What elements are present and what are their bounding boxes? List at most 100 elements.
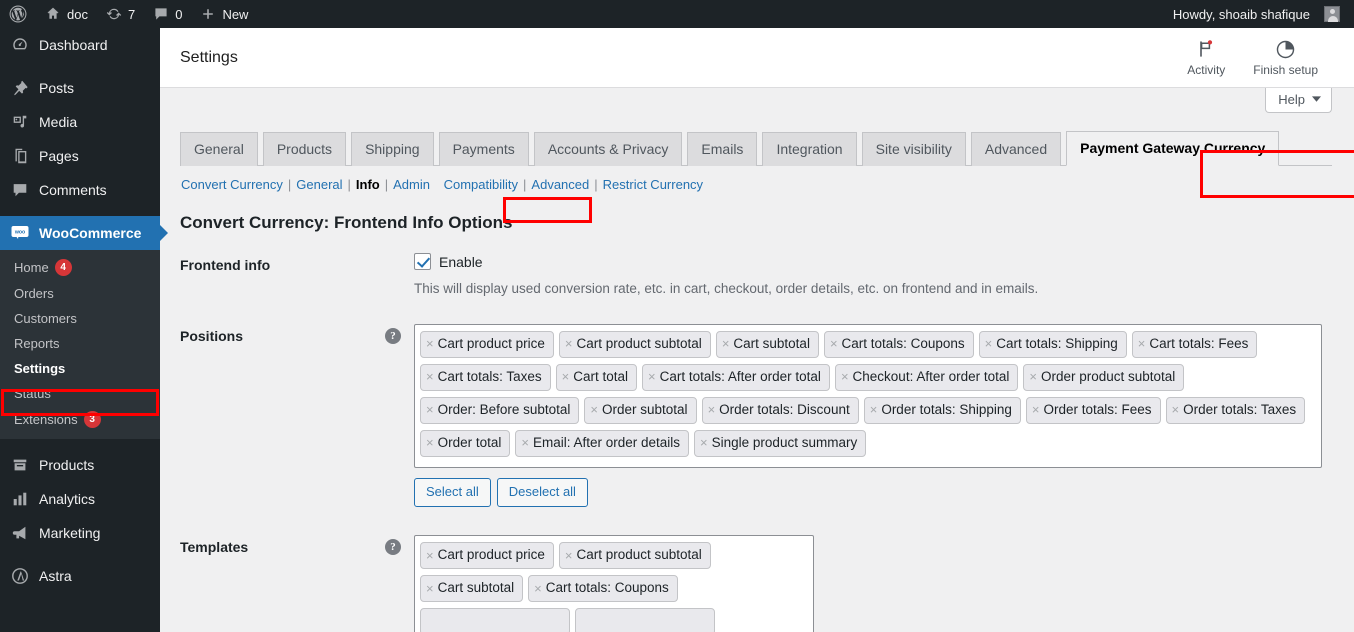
frontend-info-checkbox[interactable]: [414, 253, 431, 270]
remove-icon[interactable]: ×: [534, 581, 542, 597]
positions-tag[interactable]: × Email: After order details: [515, 429, 690, 457]
remove-icon[interactable]: ×: [426, 581, 434, 597]
subnav-restrict-currency[interactable]: Restrict Currency: [602, 175, 704, 194]
positions-tag[interactable]: × Cart product price: [420, 331, 554, 358]
remove-icon[interactable]: ×: [985, 336, 993, 352]
tab-emails[interactable]: Emails: [687, 131, 758, 166]
positions-tag[interactable]: × Single product summary: [694, 429, 867, 457]
frontend-info-checkbox-row[interactable]: Enable: [414, 253, 1322, 270]
sidebar-item-comments[interactable]: Comments: [0, 173, 160, 207]
subnav-advanced[interactable]: Advanced: [530, 175, 590, 194]
sidebar-item-pages[interactable]: Pages: [0, 139, 160, 173]
templates-tag[interactable]: × Cart subtotal: [420, 575, 524, 603]
remove-icon[interactable]: ×: [830, 336, 838, 352]
tab-site-visibility[interactable]: Site visibility: [861, 131, 966, 166]
sidebar-item-posts[interactable]: Posts: [0, 71, 160, 105]
remove-icon[interactable]: ×: [426, 336, 434, 352]
tab-advanced[interactable]: Advanced: [970, 131, 1062, 166]
positions-tag[interactable]: × Cart totals: Shipping: [978, 331, 1127, 358]
wordpress-logo-menu[interactable]: [0, 0, 36, 28]
remove-icon[interactable]: ×: [841, 369, 849, 385]
templates-tag[interactable]: × Cart totals: Coupons: [528, 575, 678, 603]
tab-accounts-privacy[interactable]: Accounts & Privacy: [533, 131, 683, 166]
remove-icon[interactable]: ×: [426, 435, 434, 451]
site-name-menu[interactable]: doc: [36, 0, 97, 28]
subnav-info[interactable]: Info: [355, 175, 381, 194]
sidebar-item-analytics[interactable]: Analytics: [0, 482, 160, 516]
positions-tag[interactable]: × Cart total: [555, 363, 638, 391]
sidebar-item-customers[interactable]: Customers: [0, 306, 160, 331]
remove-icon[interactable]: ×: [426, 369, 434, 385]
remove-icon[interactable]: ×: [700, 435, 708, 451]
tab-payments[interactable]: Payments: [438, 131, 529, 166]
positions-tag[interactable]: × Cart totals: Fees: [1131, 331, 1258, 358]
positions-tag[interactable]: × Order totals: Discount: [701, 396, 859, 424]
templates-tag[interactable]: × Cart product subtotal: [558, 542, 711, 570]
positions-tag[interactable]: × Cart subtotal: [715, 331, 819, 358]
sidebar-item-orders[interactable]: Orders: [0, 281, 160, 306]
remove-icon[interactable]: ×: [1032, 402, 1040, 418]
activity-button[interactable]: Activity: [1173, 38, 1239, 77]
templates-tag[interactable]: × Cart product price: [420, 542, 554, 570]
subnav-convert-currency[interactable]: Convert Currency: [180, 175, 284, 194]
my-account-menu[interactable]: Howdy, shoaib shafique: [1164, 0, 1354, 28]
sidebar-item-home[interactable]: Home 4: [0, 254, 160, 281]
positions-tag[interactable]: × Order product subtotal: [1023, 363, 1185, 391]
sidebar-item-status[interactable]: Status: [0, 381, 160, 406]
remove-icon[interactable]: ×: [1029, 369, 1037, 385]
finish-setup-button[interactable]: Finish setup: [1239, 38, 1332, 77]
select-all-button[interactable]: Select all: [414, 477, 491, 508]
remove-icon[interactable]: ×: [562, 369, 570, 385]
positions-tag[interactable]: × Cart totals: Coupons: [823, 331, 974, 358]
remove-icon[interactable]: ×: [722, 336, 730, 352]
templates-tag-partial[interactable]: [420, 608, 570, 632]
deselect-all-button[interactable]: Deselect all: [496, 477, 588, 508]
subnav-general[interactable]: General: [295, 175, 343, 194]
positions-multiselect[interactable]: × Cart product price × Cart product subtot…: [414, 324, 1322, 468]
help-button[interactable]: Help: [1265, 88, 1332, 113]
positions-tag[interactable]: × Cart product subtotal: [558, 331, 711, 358]
positions-tag[interactable]: × Cart totals: After order total: [642, 363, 830, 391]
sidebar-item-woocommerce[interactable]: woo WooCommerce: [0, 216, 168, 250]
positions-tag[interactable]: × Order: Before subtotal: [420, 396, 580, 424]
sidebar-item-media[interactable]: Media: [0, 105, 160, 139]
new-content-menu[interactable]: New: [191, 0, 257, 28]
sidebar-item-marketing[interactable]: Marketing: [0, 516, 160, 550]
positions-tag[interactable]: × Order subtotal: [584, 396, 697, 424]
positions-help-icon[interactable]: ?: [385, 328, 401, 344]
updates-menu[interactable]: 7: [97, 0, 144, 28]
tab-general[interactable]: General: [180, 131, 258, 166]
remove-icon[interactable]: ×: [426, 402, 434, 418]
sidebar-item-settings[interactable]: Settings: [0, 356, 160, 381]
remove-icon[interactable]: ×: [426, 548, 434, 564]
remove-icon[interactable]: ×: [521, 435, 529, 451]
remove-icon[interactable]: ×: [870, 402, 878, 418]
templates-help-icon[interactable]: ?: [385, 539, 401, 556]
remove-icon[interactable]: ×: [1172, 402, 1180, 418]
remove-icon[interactable]: ×: [708, 402, 716, 418]
templates-tag-partial[interactable]: [575, 608, 715, 632]
sidebar-item-extensions[interactable]: Extensions 3: [0, 406, 160, 433]
positions-tag[interactable]: × Checkout: After order total: [834, 363, 1019, 391]
remove-icon[interactable]: ×: [1138, 336, 1146, 352]
sidebar-item-dashboard[interactable]: Dashboard: [0, 28, 160, 62]
tab-integration[interactable]: Integration: [762, 131, 857, 166]
sidebar-item-products[interactable]: Products: [0, 448, 160, 482]
subnav-admin[interactable]: Admin: [392, 175, 431, 194]
remove-icon[interactable]: ×: [565, 336, 573, 352]
positions-tag[interactable]: × Order totals: Fees: [1025, 396, 1161, 424]
comments-menu[interactable]: 0: [144, 0, 191, 28]
remove-icon[interactable]: ×: [565, 548, 573, 564]
positions-tag[interactable]: × Cart totals: Taxes: [420, 363, 551, 391]
tab-shipping[interactable]: Shipping: [351, 131, 434, 166]
sidebar-item-reports[interactable]: Reports: [0, 331, 160, 356]
tab-payment-gateway-currency[interactable]: Payment Gateway Currency: [1066, 130, 1280, 166]
positions-tag[interactable]: × Order total: [420, 429, 511, 457]
tab-products[interactable]: Products: [262, 131, 347, 166]
remove-icon[interactable]: ×: [648, 369, 656, 385]
sidebar-item-astra[interactable]: Astra: [0, 559, 160, 593]
remove-icon[interactable]: ×: [590, 402, 598, 418]
positions-tag[interactable]: × Order totals: Shipping: [863, 396, 1021, 424]
subnav-compatibility[interactable]: Compatibility: [443, 175, 519, 194]
templates-multiselect[interactable]: × Cart product price × Cart product subtot…: [414, 535, 814, 632]
